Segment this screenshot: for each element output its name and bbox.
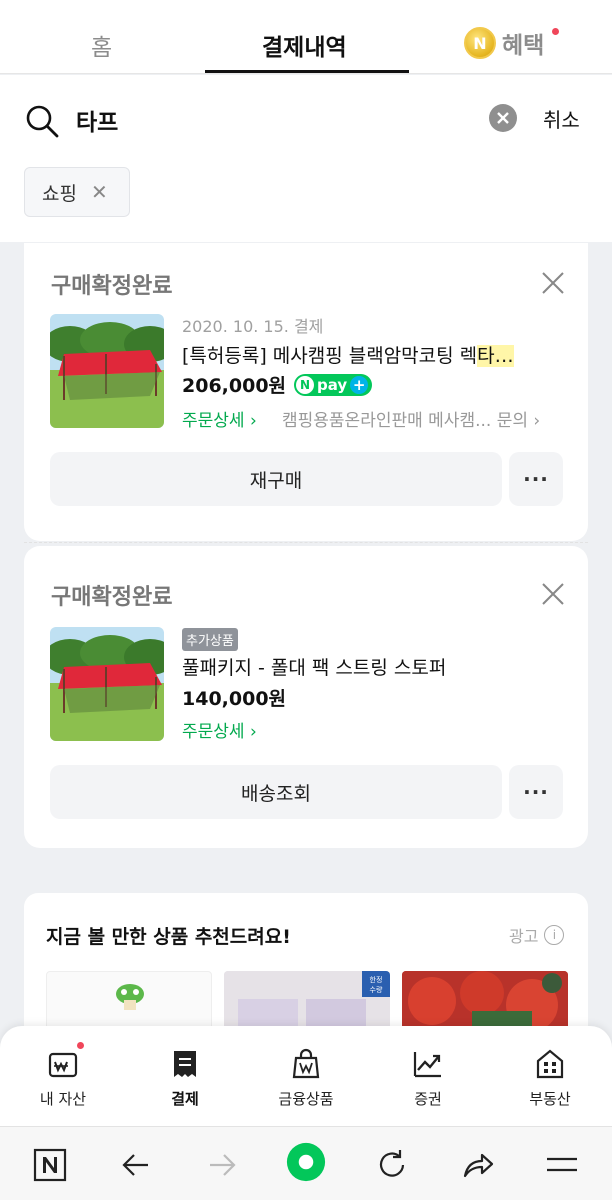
arrow-left-icon xyxy=(122,1154,148,1176)
tab-benefit[interactable]: N 혜택 xyxy=(464,26,544,60)
share-arrow-icon xyxy=(463,1153,494,1178)
naver-n-icon: N xyxy=(296,375,315,394)
more-options-button[interactable]: ··· xyxy=(509,452,563,506)
browser-toolbar xyxy=(0,1126,612,1200)
product-price-row: 206,000원 N pay + xyxy=(182,371,373,398)
share-button[interactable] xyxy=(458,1145,498,1185)
close-icon xyxy=(497,112,509,124)
receipt-icon xyxy=(174,1051,196,1077)
top-tab-bar: 홈 결제내역 N 혜택 xyxy=(0,0,612,74)
naver-n-icon xyxy=(33,1148,67,1182)
svg-text:한정: 한정 xyxy=(370,975,383,984)
npay-badge: N pay + xyxy=(294,373,373,396)
search-input[interactable]: 타프 xyxy=(76,103,118,137)
product-name-text: [특허등록] 메사캠핑 블랙암막코팅 렉 xyxy=(182,345,478,367)
highlight-text: 타 xyxy=(477,345,495,367)
bottom-navigation: 내 자산 결제 금융상품 증권 부동산 xyxy=(0,1026,612,1126)
product-price: 140,000원 xyxy=(182,688,287,710)
nav-payment[interactable]: 결제 xyxy=(135,1048,235,1109)
info-icon: i xyxy=(544,925,565,945)
nav-label: 결제 xyxy=(171,1090,199,1108)
ad-label[interactable]: 광고 i xyxy=(509,923,565,947)
notification-dot xyxy=(77,1042,84,1049)
filter-chip-shopping[interactable]: 쇼핑 ✕ xyxy=(24,167,130,217)
bag-won-icon xyxy=(292,1048,320,1079)
nav-label: 증권 xyxy=(414,1090,442,1108)
search-icon xyxy=(26,105,59,138)
track-delivery-button[interactable]: 배송조회 xyxy=(50,765,502,819)
order-status: 구매확정완료 xyxy=(51,274,173,299)
nav-financial-products[interactable]: 금융상품 xyxy=(256,1048,356,1109)
nav-label: 부동산 xyxy=(529,1090,571,1108)
green-dot-icon xyxy=(286,1142,326,1182)
recommendation-title: 지금 볼 만한 상품 추천드려요! xyxy=(46,926,291,948)
order-card: 구매확정완료 추가상품 풀패키지 - 폴대 팩 스트링 스토퍼 140,000원… xyxy=(24,546,588,848)
stock-chart-icon xyxy=(413,1052,441,1078)
active-tab-indicator xyxy=(205,70,409,73)
more-options-button[interactable]: ··· xyxy=(509,765,563,819)
cancel-search-button[interactable]: 취소 xyxy=(543,104,580,133)
seller-inquiry-link[interactable]: 캠핑용품온라인판매 메사캠... 문의 › xyxy=(282,406,540,431)
payment-date: 2020. 10. 15. 결제 xyxy=(182,317,324,336)
npay-label: pay xyxy=(317,375,348,394)
truncation-ellipsis: … xyxy=(494,345,514,367)
back-button[interactable] xyxy=(116,1145,156,1185)
product-price: 206,000원 xyxy=(182,375,287,397)
menu-button[interactable] xyxy=(542,1145,582,1185)
product-name[interactable]: 풀패키지 - 폴대 팩 스트링 스토퍼 xyxy=(182,653,554,680)
svg-text:수량: 수량 xyxy=(370,986,383,994)
close-icon[interactable] xyxy=(540,270,566,296)
nav-real-estate[interactable]: 부동산 xyxy=(500,1048,600,1109)
product-name[interactable]: [특허등록] 메사캠핑 블랙암막코팅 렉타… xyxy=(182,341,554,368)
additional-item-badge: 추가상품 xyxy=(182,628,238,651)
green-dot-button[interactable] xyxy=(286,1142,326,1182)
nav-label: 내 자산 xyxy=(39,1090,87,1108)
product-thumbnail[interactable] xyxy=(50,627,164,741)
ad-text: 광고 xyxy=(509,927,539,946)
building-icon xyxy=(536,1049,564,1079)
filter-chip-label: 쇼핑 xyxy=(42,182,77,205)
plus-icon: + xyxy=(350,375,369,394)
order-detail-link[interactable]: 주문상세 › xyxy=(182,406,257,431)
tab-payment-history[interactable]: 결제내역 xyxy=(262,28,347,62)
close-icon[interactable] xyxy=(540,581,566,607)
nav-securities[interactable]: 증권 xyxy=(378,1048,478,1109)
refresh-button[interactable] xyxy=(372,1145,412,1185)
product-thumbnail[interactable] xyxy=(50,314,164,428)
order-card: 구매확정완료 2020. 10. 15. 결제 [특허등록] 메사캠핑 블랙암막… xyxy=(24,243,588,541)
repurchase-button[interactable]: 재구매 xyxy=(50,452,502,506)
search-area: 타프 취소 쇼핑 ✕ xyxy=(0,75,612,242)
tab-benefit-label: 혜택 xyxy=(502,33,545,59)
arrow-right-icon xyxy=(210,1154,236,1176)
hamburger-menu-icon xyxy=(547,1157,577,1172)
notification-dot xyxy=(552,28,559,35)
clear-search-button[interactable] xyxy=(489,104,517,132)
naver-home-button[interactable] xyxy=(30,1145,70,1185)
search-highlight: 타… xyxy=(477,345,514,367)
nav-label: 금융상품 xyxy=(278,1090,334,1108)
remove-filter-icon[interactable]: ✕ xyxy=(91,180,108,204)
refresh-icon xyxy=(379,1150,405,1177)
nav-my-assets[interactable]: 내 자산 xyxy=(13,1048,113,1109)
divider xyxy=(24,542,588,543)
order-status: 구매확정완료 xyxy=(51,585,173,610)
order-detail-link[interactable]: 주문상세 › xyxy=(182,717,257,742)
wallet-won-icon xyxy=(48,1052,78,1078)
naver-coin-icon: N xyxy=(464,27,496,59)
forward-button[interactable] xyxy=(202,1145,242,1185)
tab-home[interactable]: 홈 xyxy=(91,28,112,62)
